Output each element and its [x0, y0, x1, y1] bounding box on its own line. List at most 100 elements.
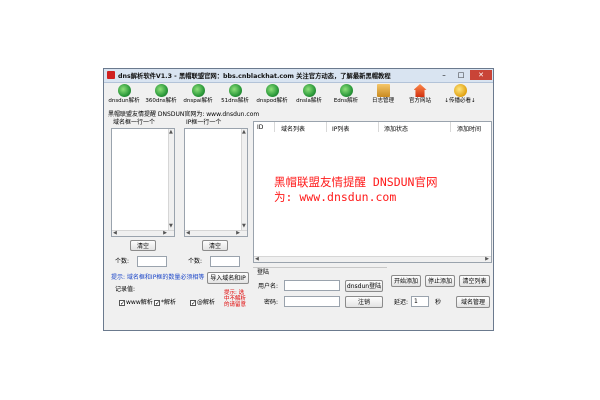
globe-icon — [302, 84, 316, 97]
scroll-up-icon[interactable]: ▲ — [169, 130, 173, 135]
star-checkbox[interactable]: ✓ — [154, 300, 160, 307]
toolbar-label: 51dns解析 — [221, 98, 249, 104]
ip-count-label: 个数: — [188, 258, 203, 265]
toolbar-edns[interactable]: Edns解析 — [329, 84, 363, 106]
domain-manage-button[interactable]: 域名管理 — [456, 296, 490, 308]
column-header-id[interactable]: ID — [257, 124, 263, 131]
scrollbar[interactable]: ◀ ▶ — [112, 230, 174, 236]
scroll-right-icon[interactable]: ▶ — [163, 231, 167, 236]
toolbar-dnsla[interactable]: dnsla解析 — [292, 84, 326, 106]
username-label: 用户名: — [258, 283, 279, 290]
toolbar: dnsdun解析 360dns解析 dnspai解析 51dns解析 dnspo… — [104, 83, 493, 107]
globe-icon — [154, 84, 168, 97]
scroll-down-icon[interactable]: ▼ — [242, 224, 246, 229]
toolbar-label: 360dns解析 — [145, 98, 177, 104]
scrollbar[interactable]: ◀ ▶ — [185, 230, 247, 236]
username-field[interactable] — [284, 280, 340, 291]
ip-list-header: IP框一行一个 — [186, 119, 222, 126]
scroll-left-icon[interactable]: ◀ — [113, 231, 117, 236]
scroll-left-icon[interactable]: ◀ — [255, 257, 259, 262]
column-divider — [326, 122, 327, 132]
toolbar-dnspod[interactable]: dnspod解析 — [255, 84, 289, 106]
search-icon — [453, 84, 467, 97]
login-button[interactable]: dnsdun登陆 — [345, 280, 383, 292]
minimize-button[interactable]: – — [436, 70, 452, 80]
red-note: 提示: 选中不解析的请留意 — [224, 290, 247, 308]
toolbar-label: 日志管理 — [371, 98, 394, 104]
logout-button[interactable]: 注销 — [345, 296, 383, 308]
domain-list-header: 域名框一行一个 — [113, 119, 156, 126]
column-divider — [450, 122, 451, 132]
globe-icon — [265, 84, 279, 97]
clear-list-button[interactable]: 清空列表 — [459, 275, 490, 287]
toolbar-dnsdun[interactable]: dnsdun解析 — [107, 84, 141, 106]
toolbar-dnspai[interactable]: dnspai解析 — [181, 84, 215, 106]
www-checkbox-label: www解析 — [126, 299, 153, 306]
ip-count-field — [210, 256, 240, 267]
star-checkbox-label: *解析 — [161, 299, 177, 306]
app-icon — [107, 71, 115, 79]
result-table: ID 域名列表 IP列表 添加状态 添加时间 黑帽联盟友情提醒 DNSDUN官网… — [253, 121, 492, 263]
column-header-status[interactable]: 添加状态 — [384, 124, 408, 133]
toolbar-log-manage[interactable]: 日志管理 — [366, 84, 400, 106]
home-icon — [413, 84, 427, 97]
password-field[interactable] — [284, 296, 340, 307]
column-divider — [274, 122, 275, 132]
toolbar-label: ↓传播必看↓ — [444, 98, 476, 104]
toolbar-label: 官方网站 — [408, 98, 431, 104]
record-value-label: 记录值: — [115, 286, 136, 293]
globe-icon — [228, 84, 242, 97]
column-header-time[interactable]: 添加时间 — [457, 124, 481, 133]
at-checkbox[interactable]: ✓ — [190, 300, 196, 307]
toolbar-label: dnsla解析 — [296, 98, 322, 104]
scroll-up-icon[interactable]: ▲ — [242, 130, 246, 135]
column-header-ip[interactable]: IP列表 — [332, 124, 349, 133]
domain-count-field — [137, 256, 167, 267]
app-window: dns解析软件V1.3 - 黑帽联盟官网：bbs.cnblackhat.com … — [103, 68, 494, 331]
watermark-line-2: 为: www.dnsdun.com — [274, 190, 397, 204]
globe-icon — [191, 84, 205, 97]
scroll-right-icon[interactable]: ▶ — [485, 257, 489, 262]
title-bar: dns解析软件V1.3 - 黑帽联盟官网：bbs.cnblackhat.com … — [104, 69, 493, 83]
import-button[interactable]: 导入域名和IP — [207, 272, 249, 284]
stop-add-button[interactable]: 停止添加 — [425, 275, 455, 287]
clear-domains-button[interactable]: 清空 — [130, 240, 156, 251]
toolbar-51dns[interactable]: 51dns解析 — [218, 84, 252, 106]
toolbar-official-site[interactable]: 官方网站 — [403, 84, 437, 106]
toolbar-label: Edns解析 — [333, 98, 359, 104]
ip-textarea[interactable]: ▲ ▼ ◀ ▶ — [184, 128, 248, 237]
scrollbar[interactable]: ▲ ▼ — [241, 129, 247, 236]
close-button[interactable]: ✕ — [470, 70, 492, 80]
start-add-button[interactable]: 开始添加 — [391, 275, 421, 287]
globe-icon — [117, 84, 131, 97]
clear-ips-button[interactable]: 清空 — [202, 240, 228, 251]
globe-icon — [339, 84, 353, 97]
scrollbar[interactable]: ◀ ▶ — [254, 256, 491, 262]
scrollbar[interactable]: ▲ ▼ — [168, 129, 174, 236]
scroll-right-icon[interactable]: ▶ — [236, 231, 240, 236]
notice-text: 黑帽联盟友情提醒 DNSDUN官网为: www.dnsdun.com — [108, 111, 260, 118]
delay-label: 延迟: — [394, 299, 409, 306]
toolbar-label: dnspod解析 — [256, 98, 288, 104]
scroll-left-icon[interactable]: ◀ — [186, 231, 190, 236]
domain-textarea[interactable]: ▲ ▼ ◀ ▶ — [111, 128, 175, 237]
password-label: 密码: — [264, 299, 279, 306]
domain-count-label: 个数: — [115, 258, 130, 265]
login-group-title: 登陆 — [257, 269, 270, 276]
hint-text: 提示: 域名框和IP框的数量必须相等 — [111, 274, 205, 281]
www-checkbox[interactable]: ✓ — [119, 300, 125, 307]
delay-field[interactable]: 1 — [411, 296, 429, 307]
login-group-border — [253, 267, 387, 268]
log-icon — [376, 84, 390, 97]
toolbar-must-read[interactable]: ↓传播必看↓ — [440, 84, 480, 106]
toolbar-label: dnsdun解析 — [108, 98, 140, 104]
column-header-domain[interactable]: 域名列表 — [281, 124, 305, 133]
window-title: dns解析软件V1.3 - 黑帽联盟官网：bbs.cnblackhat.com … — [118, 73, 391, 80]
toolbar-360dns[interactable]: 360dns解析 — [144, 84, 178, 106]
scroll-down-icon[interactable]: ▼ — [169, 224, 173, 229]
watermark-line-1: 黑帽联盟友情提醒 DNSDUN官网 — [274, 175, 438, 189]
delay-unit: 秒 — [435, 299, 442, 306]
toolbar-label: dnspai解析 — [183, 98, 213, 104]
at-checkbox-label: @解析 — [197, 299, 216, 306]
maximize-button[interactable]: □ — [453, 70, 469, 80]
